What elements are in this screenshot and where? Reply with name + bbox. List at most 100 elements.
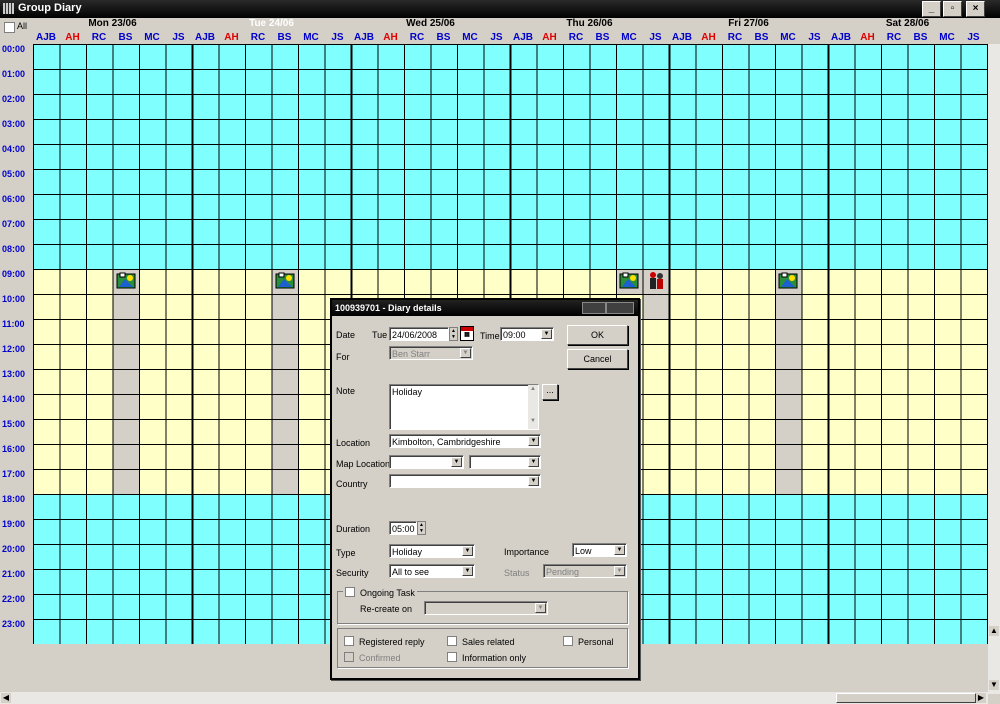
information-only-checkbox-box[interactable] bbox=[447, 652, 457, 662]
person-initials[interactable]: BS bbox=[431, 32, 457, 43]
sales-related-checkbox-box[interactable] bbox=[447, 636, 457, 646]
booked-slot[interactable] bbox=[271, 269, 299, 494]
location-field[interactable]: Kimbolton, Cambridgeshire ▼ bbox=[389, 434, 541, 448]
time-dropdown-icon[interactable]: ▼ bbox=[541, 329, 552, 339]
person-initials[interactable]: AH bbox=[378, 32, 404, 43]
dialog-minimize-button[interactable] bbox=[582, 302, 606, 314]
person-initials[interactable]: AJB bbox=[351, 32, 377, 43]
vertical-scrollbar[interactable]: ▲ ▼ bbox=[988, 44, 1000, 694]
person-initials[interactable]: AH bbox=[219, 32, 245, 43]
person-initials[interactable]: RC bbox=[245, 32, 271, 43]
day-header[interactable]: Thu 26/06 bbox=[510, 18, 669, 29]
person-initials[interactable]: AJB bbox=[192, 32, 218, 43]
map-location-field-2[interactable]: ▼ bbox=[469, 455, 541, 469]
person-initials[interactable]: RC bbox=[563, 32, 589, 43]
person-initials[interactable]: RC bbox=[404, 32, 430, 43]
person-initials[interactable]: JS bbox=[484, 32, 510, 43]
minimize-button[interactable]: _ bbox=[922, 1, 941, 17]
person-initials[interactable]: MC bbox=[457, 32, 483, 43]
duration-spinner[interactable]: ▲ ▼ bbox=[417, 521, 426, 535]
security-dropdown-icon[interactable]: ▼ bbox=[462, 566, 473, 576]
day-header[interactable]: Sat 28/06 bbox=[828, 18, 987, 29]
confirmed-checkbox[interactable]: Confirmed bbox=[344, 652, 401, 663]
all-checkbox-box[interactable] bbox=[4, 22, 15, 33]
registered-reply-checkbox[interactable]: Registered reply bbox=[344, 636, 425, 647]
holiday-icon[interactable] bbox=[116, 271, 136, 291]
person-initials[interactable]: AJB bbox=[828, 32, 854, 43]
day-header[interactable]: Mon 23/06 bbox=[33, 18, 192, 29]
person-initials[interactable]: MC bbox=[139, 32, 165, 43]
date-spinner[interactable]: ▲ ▼ bbox=[449, 327, 458, 341]
ongoing-task-checkbox[interactable]: Ongoing Task bbox=[343, 587, 417, 598]
sales-related-checkbox[interactable]: Sales related bbox=[447, 636, 515, 647]
person-initials[interactable]: JS bbox=[802, 32, 828, 43]
for-field[interactable]: Ben Starr ▼ bbox=[389, 346, 473, 360]
person-initials[interactable]: BS bbox=[749, 32, 775, 43]
dialog-close-button[interactable] bbox=[606, 302, 634, 314]
security-field[interactable]: All to see ▼ bbox=[389, 564, 475, 578]
horizontal-scroll-thumb[interactable] bbox=[836, 693, 976, 703]
country-field[interactable]: ▼ bbox=[389, 474, 541, 488]
ok-button[interactable]: OK bbox=[567, 325, 628, 345]
close-button[interactable]: × bbox=[966, 1, 985, 17]
person-initials[interactable]: AJB bbox=[33, 32, 59, 43]
person-initials[interactable]: MC bbox=[934, 32, 960, 43]
recreate-on-dropdown-icon[interactable]: ▼ bbox=[535, 603, 546, 613]
scroll-left-button[interactable]: ◀ bbox=[1, 693, 11, 703]
confirmed-checkbox-box[interactable] bbox=[344, 652, 354, 662]
holiday-icon[interactable] bbox=[778, 271, 798, 291]
person-initials[interactable]: AH bbox=[855, 32, 881, 43]
person-initials[interactable]: AH bbox=[537, 32, 563, 43]
calendar-icon[interactable]: ▦ bbox=[460, 326, 474, 341]
person-initials[interactable]: MC bbox=[616, 32, 642, 43]
recreate-on-field[interactable]: ▼ bbox=[424, 601, 548, 615]
cancel-button[interactable]: Cancel bbox=[567, 349, 628, 369]
country-dropdown-icon[interactable]: ▼ bbox=[528, 476, 539, 486]
type-dropdown-icon[interactable]: ▼ bbox=[462, 546, 473, 556]
person-initials[interactable]: RC bbox=[722, 32, 748, 43]
personal-checkbox-box[interactable] bbox=[563, 636, 573, 646]
maximize-button[interactable]: ▫ bbox=[943, 1, 962, 17]
scroll-down-button[interactable]: ▼ bbox=[989, 680, 999, 690]
person-initials[interactable]: AJB bbox=[510, 32, 536, 43]
holiday-icon[interactable] bbox=[275, 271, 295, 291]
person-initials[interactable]: BS bbox=[272, 32, 298, 43]
person-initials[interactable]: AJB bbox=[669, 32, 695, 43]
note-more-button[interactable]: ... bbox=[542, 384, 558, 400]
scroll-up-button[interactable]: ▲ bbox=[989, 626, 999, 636]
person-initials[interactable]: JS bbox=[643, 32, 669, 43]
importance-field[interactable]: Low ▼ bbox=[572, 543, 627, 557]
horizontal-scrollbar[interactable]: ◀ ▶ bbox=[0, 692, 988, 704]
person-initials[interactable]: JS bbox=[166, 32, 192, 43]
map-location-dropdown-icon-2[interactable]: ▼ bbox=[528, 457, 539, 467]
person-initials[interactable]: BS bbox=[590, 32, 616, 43]
person-initials[interactable]: JS bbox=[325, 32, 351, 43]
person-initials[interactable]: RC bbox=[86, 32, 112, 43]
person-initials[interactable]: RC bbox=[881, 32, 907, 43]
person-initials[interactable]: JS bbox=[961, 32, 987, 43]
date-field[interactable]: 24/06/2008 bbox=[389, 327, 449, 341]
booked-slot[interactable] bbox=[112, 269, 140, 494]
person-initials[interactable]: MC bbox=[298, 32, 324, 43]
status-dropdown-icon[interactable]: ▼ bbox=[614, 566, 625, 576]
map-location-field-1[interactable]: ▼ bbox=[389, 455, 464, 469]
registered-reply-checkbox-box[interactable] bbox=[344, 636, 354, 646]
note-field[interactable]: Holiday ▲ ▼ bbox=[389, 384, 539, 430]
person-initials[interactable]: AH bbox=[60, 32, 86, 43]
duration-field[interactable]: 05:00 bbox=[389, 521, 417, 535]
person-initials[interactable]: BS bbox=[113, 32, 139, 43]
ongoing-task-checkbox-box[interactable] bbox=[345, 587, 355, 597]
booked-slot[interactable] bbox=[775, 269, 802, 494]
time-field[interactable]: 09:00 ▼ bbox=[500, 327, 554, 341]
all-checkbox[interactable]: All bbox=[3, 21, 27, 33]
note-scrollbar[interactable]: ▲ ▼ bbox=[528, 385, 538, 429]
day-header[interactable]: Fri 27/06 bbox=[669, 18, 828, 29]
holiday-icon[interactable] bbox=[619, 271, 639, 291]
importance-dropdown-icon[interactable]: ▼ bbox=[614, 545, 625, 555]
type-field[interactable]: Holiday ▼ bbox=[389, 544, 475, 558]
person-initials[interactable]: AH bbox=[696, 32, 722, 43]
scroll-right-button[interactable]: ▶ bbox=[976, 693, 986, 703]
map-location-dropdown-icon-1[interactable]: ▼ bbox=[451, 457, 462, 467]
information-only-checkbox[interactable]: Information only bbox=[447, 652, 526, 663]
person-initials[interactable]: MC bbox=[775, 32, 801, 43]
